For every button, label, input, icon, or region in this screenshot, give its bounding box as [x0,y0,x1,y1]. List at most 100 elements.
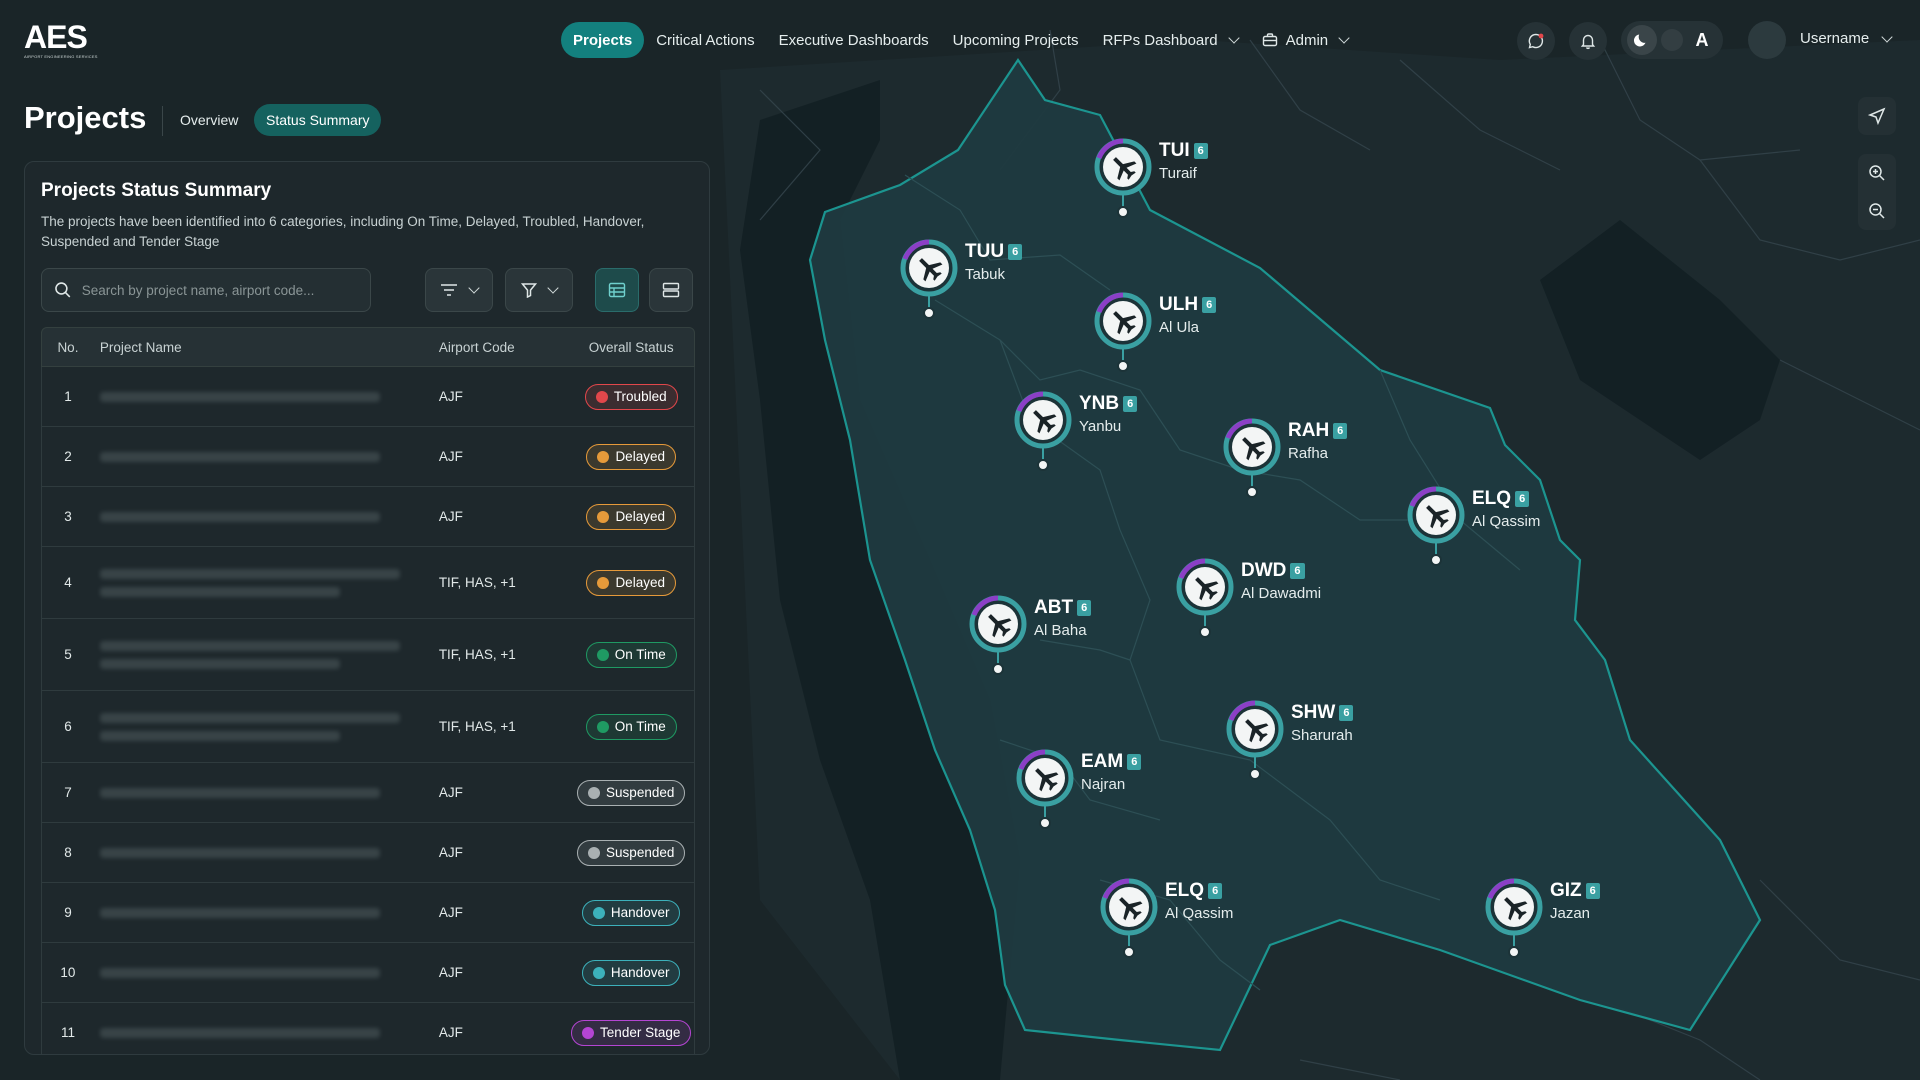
table-row[interactable]: 8 AJF Suspended [41,823,695,883]
table-row[interactable]: 5 TIF, HAS, +1 On Time [41,619,695,691]
col-header-name[interactable]: Project Name [100,340,439,355]
airport-marker-dwd[interactable]: DWD 6 Al Dawadmi [1176,558,1396,638]
light-mode-option[interactable] [1661,29,1683,51]
status-cell: On Time [568,641,694,668]
nav-admin[interactable]: Admin [1250,22,1361,58]
chat-icon [1528,33,1544,49]
project-count-badge: 6 [1008,244,1023,260]
airport-pin-icon [1014,391,1072,471]
col-header-code[interactable]: Airport Code [439,340,569,355]
project-count-badge: 6 [1208,883,1223,899]
airport-code-label: ABT 6 [1034,597,1092,619]
panel-title: Projects Status Summary [41,180,272,201]
airport-pin-icon [1094,292,1152,372]
airport-code: AJF [438,509,463,524]
table-row[interactable]: 9 AJF Handover [41,883,695,943]
redacted-text [99,451,380,462]
nav-projects[interactable]: Projects [561,22,645,58]
airport-code-label: ULH 6 [1159,294,1217,316]
row-number: 10 [60,965,76,980]
airport-city-label: Al Qassim [1472,513,1541,530]
project-name-redacted [99,787,439,798]
status-cell: Delayed [568,569,694,596]
locate-button[interactable] [1858,97,1896,135]
airport-marker-ynb[interactable]: YNB 6 Yanbu [1014,391,1234,471]
airport-marker-elq[interactable]: ELQ 6 Al Qassim [1407,486,1627,566]
airport-code: AJF [438,389,463,404]
airport-marker-tuu[interactable]: TUU 6 Tabuk [900,239,1120,319]
status-badge: Delayed [586,569,676,596]
airport-code: AJF [438,905,463,920]
airport-city-label: Sharurah [1291,727,1353,744]
brand-logo[interactable]: AES AIRPORT ENGINEERING SERVICES [24,19,100,59]
table-row[interactable]: 6 TIF, HAS, +1 On Time [41,691,695,763]
status-cell: Delayed [568,503,694,530]
page-title: Projects [24,100,147,135]
status-dot [597,510,610,523]
search-box[interactable] [41,268,371,312]
project-name-redacted [99,1027,439,1038]
status-badge: Tender Stage [571,1019,692,1046]
table-row[interactable]: 4 TIF, HAS, +1 Delayed [41,547,695,619]
airport-pin-icon [1094,138,1152,218]
airport-marker-tui[interactable]: TUI 6 Turaif [1094,138,1314,218]
logo-wordmark: AES [24,19,88,55]
nav-critical-actions[interactable]: Critical Actions [644,22,766,58]
table-row[interactable]: 11 AJF Tender Stage [41,1003,695,1054]
airport-marker-ulh[interactable]: ULH 6 Al Ula [1094,292,1314,372]
project-name-redacted [99,907,439,918]
card-view-button[interactable] [649,268,693,312]
col-header-no[interactable]: No. [42,340,100,355]
username-label: Username [1800,30,1870,47]
theme-toggle[interactable]: A [1621,21,1723,59]
tab-label: Overview [180,112,239,128]
search-input[interactable] [81,282,358,298]
airport-city-label: Turaif [1159,165,1197,182]
airport-marker-elq[interactable]: ELQ 6 Al Qassim [1100,878,1320,958]
project-count-badge: 6 [1193,143,1208,159]
airport-marker-giz[interactable]: GIZ 6 Jazan [1485,878,1705,958]
table-row[interactable]: 2 AJF Delayed [41,427,695,487]
table-body: 1 AJF Troubled 2 AJF Delayed 3 AJF Delayed 4 TIF, … [41,367,695,1054]
project-count-badge: 6 [1077,600,1092,616]
user-menu[interactable]: Username [1800,30,1893,47]
notifications-button[interactable] [1569,22,1607,60]
table-row[interactable]: 7 AJF Suspended [41,763,695,823]
row-number: 11 [60,1025,75,1040]
nav-executive-dashboards[interactable]: Executive Dashboards [767,22,941,58]
project-name-redacted [99,568,439,597]
table-view-button[interactable] [595,268,639,312]
sort-button[interactable] [425,268,493,312]
airport-city-label: Al Qassim [1165,905,1234,922]
nav-label: Projects [573,31,633,49]
chat-button[interactable] [1517,22,1555,60]
nav-upcoming-projects[interactable]: Upcoming Projects [941,22,1091,58]
table-row[interactable]: 10 AJF Handover [41,943,695,1003]
airport-code-text: DWD [1241,560,1287,581]
avatar[interactable] [1748,21,1786,59]
table-row[interactable]: 1 AJF Troubled [41,367,695,427]
dark-mode-option[interactable] [1627,25,1657,55]
status-dot [582,1026,595,1039]
col-header-status[interactable]: Overall Status [568,340,694,355]
project-name-redacted [99,391,439,402]
airport-marker-eam[interactable]: EAM 6 Najran [1016,749,1236,829]
filter-button[interactable] [505,268,573,312]
status-badge: On Time [585,641,677,668]
font-size-icon[interactable]: A [1687,30,1717,51]
airport-marker-shw[interactable]: SHW 6 Sharurah [1226,700,1446,780]
tab-status-summary[interactable]: Status Summary [254,104,382,136]
navigation-arrow-icon [1868,107,1886,125]
chevron-down-icon [1338,32,1350,44]
nav-rfps-dashboard[interactable]: RFPs Dashboard [1091,22,1250,58]
status-cell: Suspended [568,839,694,866]
project-name-redacted [99,451,439,462]
table-row[interactable]: 3 AJF Delayed [41,487,695,547]
search-icon [55,282,71,298]
zoom-in-button[interactable] [1858,154,1896,192]
airport-marker-abt[interactable]: ABT 6 Al Baha [969,595,1189,675]
zoom-out-button[interactable] [1858,192,1896,230]
airport-code: TIF, HAS, +1 [438,647,516,662]
nav-label: Upcoming Projects [952,31,1079,49]
tab-overview[interactable]: Overview [168,104,250,136]
